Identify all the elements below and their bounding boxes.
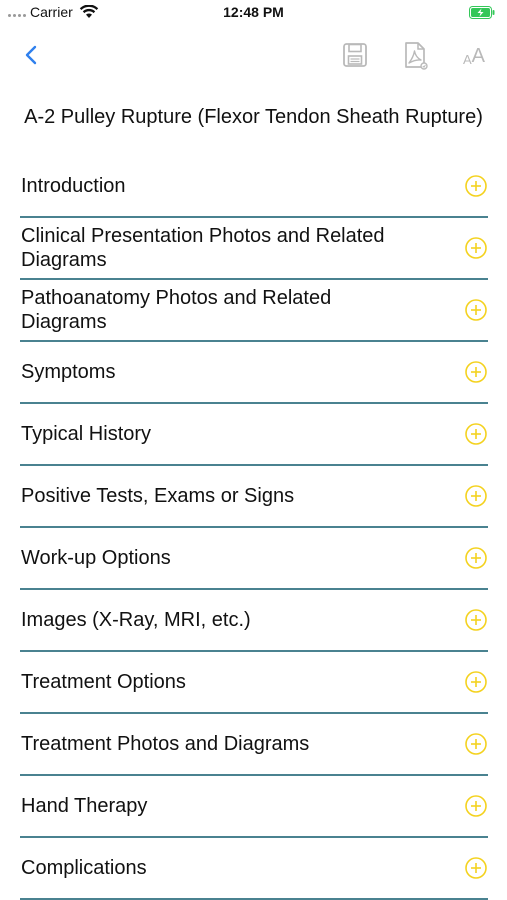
section-label: Introduction: [21, 175, 126, 197]
plus-circle-icon[interactable]: [464, 732, 488, 756]
save-icon: [343, 43, 367, 67]
section-item-work-up-options[interactable]: Work-up Options: [20, 528, 488, 590]
section-label: Pathoanatomy Photos and Related Diagrams: [21, 287, 332, 333]
section-label: Hand Therapy: [21, 795, 148, 817]
navigation-bar: A A: [0, 30, 507, 80]
plus-circle-icon[interactable]: [464, 174, 488, 198]
status-bar: Carrier 12:48 PM: [0, 0, 507, 26]
section-item-images[interactable]: Images (X-Ray, MRI, etc.): [20, 590, 488, 652]
section-label: Typical History: [21, 423, 152, 445]
pdf-icon: [405, 42, 428, 70]
section-item-positive-tests[interactable]: Positive Tests, Exams or Signs: [20, 466, 488, 528]
page-title: A-2 Pulley Rupture (Flexor Tendon Sheath…: [24, 106, 483, 128]
back-button[interactable]: [20, 40, 46, 70]
section-label: Symptoms: [21, 361, 116, 383]
section-label: Treatment Options: [21, 671, 186, 693]
section-item-clinical-presentation[interactable]: Clinical Presentation Photos and Related…: [20, 218, 488, 280]
plus-circle-icon[interactable]: [464, 856, 488, 880]
save-button[interactable]: [340, 40, 370, 70]
plus-circle-icon[interactable]: [464, 670, 488, 694]
section-item-hand-therapy[interactable]: Hand Therapy: [20, 776, 488, 838]
section-item-treatment-photos[interactable]: Treatment Photos and Diagrams: [20, 714, 488, 776]
section-item-treatment-options[interactable]: Treatment Options: [20, 652, 488, 714]
plus-circle-icon[interactable]: [464, 794, 488, 818]
section-item-pathoanatomy[interactable]: Pathoanatomy Photos and Related Diagrams: [20, 280, 488, 342]
section-label: Images (X-Ray, MRI, etc.): [21, 609, 251, 631]
section-label: Complications: [21, 857, 147, 879]
plus-circle-icon[interactable]: [464, 608, 488, 632]
section-item-introduction[interactable]: Introduction: [20, 156, 488, 218]
plus-circle-icon[interactable]: [464, 484, 488, 508]
plus-circle-icon[interactable]: [464, 422, 488, 446]
status-time: 12:48 PM: [223, 4, 284, 20]
section-item-typical-history[interactable]: Typical History: [20, 404, 488, 466]
section-label: Work-up Options: [21, 547, 171, 569]
section-label: Treatment Photos and Diagrams: [21, 733, 310, 755]
section-label: Positive Tests, Exams or Signs: [21, 485, 295, 507]
font-size-button[interactable]: A A: [458, 40, 490, 70]
chevron-left-icon: [25, 45, 37, 65]
plus-circle-icon[interactable]: [464, 298, 488, 322]
section-label: Clinical Presentation Photos and Related…: [21, 225, 385, 271]
section-item-symptoms[interactable]: Symptoms: [20, 342, 488, 404]
battery-charging-icon: [469, 6, 495, 19]
plus-circle-icon[interactable]: [464, 236, 488, 260]
font-size-big-a: A: [471, 45, 485, 67]
plus-circle-icon[interactable]: [464, 546, 488, 570]
plus-circle-icon[interactable]: [464, 360, 488, 384]
font-size-small-a: A: [462, 52, 472, 67]
pdf-export-button[interactable]: [400, 40, 430, 70]
section-item-complications[interactable]: Complications: [20, 838, 488, 900]
section-list: Introduction Clinical Presentation Photo…: [20, 156, 488, 900]
